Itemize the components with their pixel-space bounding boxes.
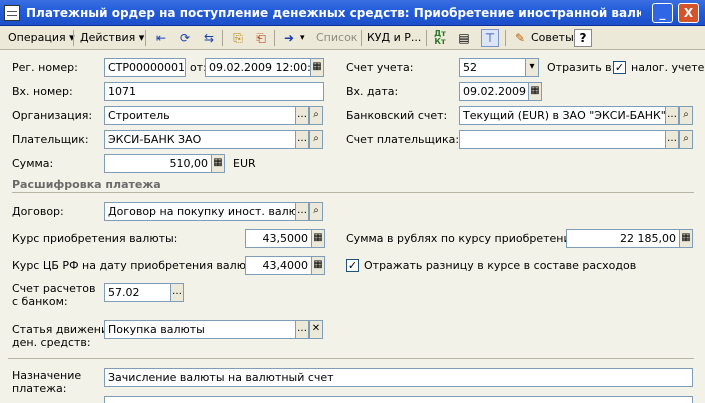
- settlement-account-field[interactable]: 57.02: [104, 283, 171, 302]
- post-icon[interactable]: ⎘: [229, 29, 247, 47]
- reg-number-field[interactable]: СТР00000001: [104, 58, 186, 77]
- reg-number-label: Рег. номер:: [12, 61, 78, 74]
- calendar-icon[interactable]: ▦: [310, 58, 324, 77]
- in-number-label: Вх. номер:: [12, 85, 73, 98]
- search-icon[interactable]: ⌕: [309, 202, 323, 221]
- search-icon[interactable]: ⌕: [679, 130, 693, 149]
- section-divider: [12, 192, 694, 193]
- select-button[interactable]: …: [295, 130, 309, 149]
- document-icon: [4, 5, 20, 21]
- contract-field[interactable]: Договор на покупку иност. валюты №: [104, 202, 296, 221]
- reflect-difference-label: Отражать разницу в курсе в составе расхо…: [364, 259, 637, 272]
- payer-label: Плательщик:: [12, 133, 89, 146]
- purpose-label-line2: платежа:: [12, 382, 67, 395]
- rub-amount-field[interactable]: 22 185,00: [566, 229, 680, 248]
- reflect-difference-checkbox[interactable]: ✓: [346, 259, 359, 272]
- calculator-icon[interactable]: ▦: [311, 229, 325, 248]
- toolbar-separator: [73, 30, 74, 46]
- toolbar: Операция ▾ Действия ▾ ⇤ ⟳ ⇆ ⎘ ⎗ ➜ ▾ Спис…: [0, 26, 705, 50]
- payment-purpose-continuation[interactable]: [104, 396, 693, 403]
- calculator-icon[interactable]: ▦: [211, 154, 225, 173]
- refresh-icon[interactable]: ⟳: [176, 29, 194, 47]
- toolbar-separator: [274, 30, 275, 46]
- currency-label: EUR: [233, 157, 256, 170]
- swap-icon[interactable]: ⇆: [200, 29, 218, 47]
- actions-menu[interactable]: Действия ▾: [80, 29, 144, 47]
- search-icon[interactable]: ⌕: [679, 106, 693, 125]
- cashflow-field[interactable]: Покупка валюты: [104, 320, 296, 339]
- bank-account-label: Банковский счет:: [346, 109, 448, 122]
- contract-label: Договор:: [12, 205, 64, 218]
- select-button[interactable]: …: [665, 130, 679, 149]
- bank-account-field[interactable]: Текущий (EUR) в ЗАО "ЭКСИ-БАНК": [459, 106, 666, 125]
- reg-date-field[interactable]: 09.02.2009 12:00:00: [205, 58, 311, 77]
- rub-amount-label: Сумма в рублях по курсу приобретения:: [346, 232, 581, 245]
- reflect-label: Отразить в:: [547, 61, 616, 74]
- amount-field[interactable]: 510,00: [104, 154, 212, 173]
- payer-account-label: Счет плательщика:: [346, 133, 460, 146]
- settlement-label-line2: с банком:: [12, 295, 68, 308]
- select-button[interactable]: …: [665, 106, 679, 125]
- organization-field[interactable]: Строитель: [104, 106, 296, 125]
- select-button[interactable]: …: [295, 106, 309, 125]
- toolbar-separator: [222, 30, 223, 46]
- toolbar-separator: [426, 30, 427, 46]
- unpost-icon[interactable]: ⎗: [252, 29, 270, 47]
- minimize-button[interactable]: _: [652, 3, 673, 23]
- select-button[interactable]: …: [295, 202, 309, 221]
- calendar-icon[interactable]: ▦: [528, 82, 542, 101]
- purchase-rate-field[interactable]: 43,5000: [245, 229, 312, 248]
- back-icon[interactable]: ⇤: [152, 29, 170, 47]
- search-icon[interactable]: ⌕: [309, 130, 323, 149]
- organization-label: Организация:: [12, 109, 93, 122]
- search-icon[interactable]: ⌕: [309, 106, 323, 125]
- cb-rate-label: Курс ЦБ РФ на дату приобретения валюты:: [12, 259, 265, 272]
- go-to-dropdown-icon[interactable]: ▾: [300, 29, 305, 47]
- clear-icon[interactable]: ✕: [309, 320, 323, 339]
- payment-breakdown-title: Расшифровка платежа: [12, 178, 161, 191]
- select-button[interactable]: …: [295, 320, 309, 339]
- toolbar-separator: [145, 30, 146, 46]
- go-to-icon[interactable]: ➜: [280, 29, 298, 47]
- account-select[interactable]: 52: [459, 58, 526, 77]
- tax-accounting-label: налог. учете: [631, 61, 705, 74]
- title-bar: Платежный ордер на поступление денежных …: [0, 0, 705, 26]
- payment-purpose-field[interactable]: Зачисление валюты на валютный счет: [104, 368, 693, 387]
- dt-kt-icon[interactable]: Дт Кт: [431, 29, 449, 47]
- purchase-rate-label: Курс приобретения валюты:: [12, 232, 178, 245]
- section-divider: [8, 358, 694, 359]
- in-date-field[interactable]: 09.02.2009: [459, 82, 529, 101]
- report-icon[interactable]: ▤: [455, 29, 473, 47]
- operation-menu[interactable]: Операция ▾: [8, 29, 75, 47]
- help-button[interactable]: ?: [574, 29, 592, 47]
- in-date-label: Вх. дата:: [346, 85, 399, 98]
- payer-account-field[interactable]: [459, 130, 666, 149]
- in-number-field[interactable]: 1071: [104, 82, 324, 101]
- list-button[interactable]: Список: [316, 29, 357, 47]
- tips-icon[interactable]: ✎: [511, 29, 529, 47]
- structure-icon[interactable]: ⊤: [481, 29, 499, 47]
- payer-field[interactable]: ЭКСИ-БАНК ЗАО: [104, 130, 296, 149]
- tips-button[interactable]: Советы: [531, 29, 574, 47]
- calculator-icon[interactable]: ▦: [679, 229, 693, 248]
- cashflow-label-line2: ден. средств:: [12, 336, 91, 349]
- tax-accounting-checkbox[interactable]: ✓: [613, 61, 626, 74]
- toolbar-separator: [361, 30, 362, 46]
- toolbar-separator: [505, 30, 506, 46]
- account-label: Счет учета:: [346, 61, 414, 74]
- cb-rate-field[interactable]: 43,4000: [245, 256, 312, 275]
- window-title: Платежный ордер на поступление денежных …: [26, 6, 641, 20]
- calculator-icon[interactable]: ▦: [311, 256, 325, 275]
- amount-label: Сумма:: [12, 157, 54, 170]
- select-button[interactable]: …: [170, 283, 184, 302]
- close-button[interactable]: X: [678, 3, 699, 23]
- kudir-button[interactable]: КУД и Р...: [367, 29, 421, 47]
- chevron-down-icon[interactable]: ▾: [525, 58, 539, 77]
